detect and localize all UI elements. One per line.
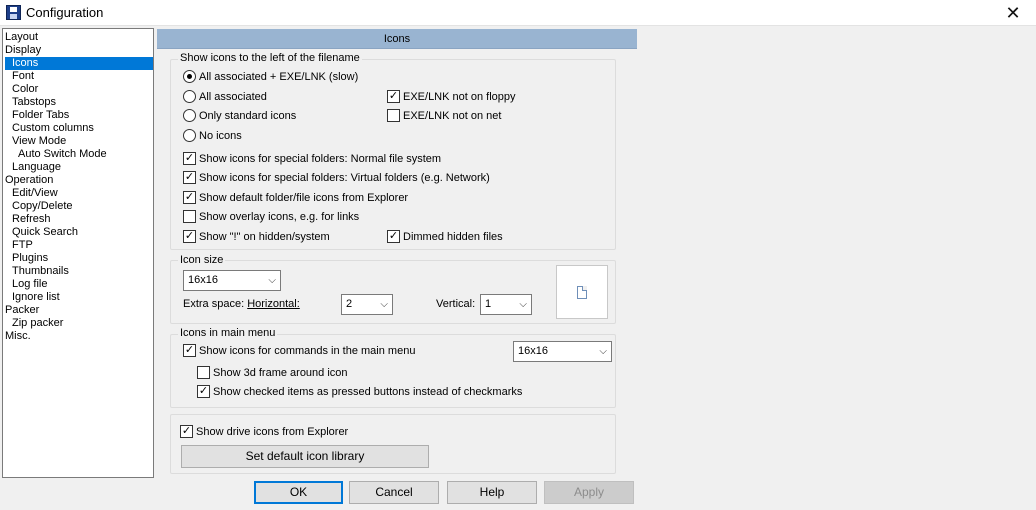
tree-item[interactable]: Operation [5,174,53,187]
checkmark-icon: ✓ [197,384,210,398]
tree-item[interactable]: Font [12,70,34,83]
checked-items-pressed-checkbox[interactable]: ✓ Show checked items as pressed buttons i… [197,384,522,400]
icon-size-group-label: Icon size [178,254,226,266]
checkmark-icon: ✓ [183,343,196,357]
tree-item[interactable]: Icons [5,57,153,70]
checkmark-icon: ✓ [183,229,196,243]
chevron-down-icon: ⌵ [519,299,527,310]
checkmark-icon: ✓ [183,190,196,204]
chevron-down-icon: ⌵ [599,346,607,357]
radio-selected-indicator [183,69,196,83]
settings-tree[interactable]: Layout Display Icons Font Color Tabstops Folde… [2,28,154,478]
tree-item[interactable]: Thumbnails [12,265,69,278]
checkmark-icon: ✓ [387,89,400,103]
menu-icon-size-select[interactable]: 16x16 ⌵ [513,341,612,362]
tree-item[interactable]: Misc. [5,330,31,343]
icon-size-select[interactable]: 16x16 ⌵ [183,270,281,291]
tree-item[interactable]: Language [12,161,61,174]
radio-indicator [183,108,196,122]
radio-indicator [183,89,196,103]
radio-all-associated[interactable]: All associated [183,89,267,105]
page-title: Icons [157,29,637,49]
tree-item[interactable]: Edit/View [12,187,58,200]
tree-item[interactable]: Tabstops [12,96,56,109]
close-button[interactable]: ✕ [990,0,1036,26]
checkbox-box [197,365,210,379]
tree-item[interactable]: Packer [5,304,39,317]
exe-not-on-floppy-checkbox[interactable]: ✓ EXE/LNK not on floppy [387,89,516,105]
overlay-icons-checkbox[interactable]: Show overlay icons, e.g. for links [183,209,359,225]
hidden-system-marker-checkbox[interactable]: ✓ Show "!" on hidden/system [183,229,330,245]
drive-icons-checkbox[interactable]: ✓ Show drive icons from Explorer [180,424,348,440]
chevron-down-icon: ⌵ [380,299,388,310]
tree-item[interactable]: Zip packer [12,317,63,330]
checkmark-icon: ✓ [180,424,193,438]
tree-item[interactable]: View Mode [12,135,66,148]
checkmark-icon: ✓ [183,151,196,165]
horizontal-space-select[interactable]: 2 ⌵ [341,294,393,315]
tree-item[interactable]: Quick Search [12,226,78,239]
show-icons-group-label: Show icons to the left of the filename [178,52,362,64]
dimmed-hidden-files-checkbox[interactable]: ✓ Dimmed hidden files [387,229,503,245]
tree-item[interactable]: Plugins [12,252,48,265]
checkbox-box [183,209,196,223]
main-menu-icons-group-label: Icons in main menu [178,327,278,339]
set-default-icon-library-button[interactable]: Set default icon library [181,445,429,468]
tree-item[interactable]: Refresh [12,213,51,226]
chevron-down-icon: ⌵ [268,275,276,286]
radio-all-associated-exe[interactable]: All associated + EXE/LNK (slow) [183,69,358,85]
icon-preview [556,265,608,319]
cancel-button[interactable]: Cancel [349,481,439,504]
vertical-space-label: Vertical: [436,298,476,310]
floppy-disk-icon [6,5,21,20]
tree-item[interactable]: Folder Tabs [12,109,69,122]
show-commands-icons-checkbox[interactable]: ✓ Show icons for commands in the main men… [183,343,415,359]
checkmark-icon: ✓ [183,170,196,184]
extra-space-label: Extra space: Horizontal: [183,298,300,310]
frame-3d-checkbox[interactable]: Show 3d frame around icon [197,365,348,381]
tree-item[interactable]: FTP [12,239,33,252]
tree-item[interactable]: Custom columns [12,122,94,135]
window-title: Configuration [26,5,104,20]
tree-item[interactable]: Log file [12,278,47,291]
apply-button[interactable]: Apply [544,481,634,504]
special-folders-virtual-checkbox[interactable]: ✓ Show icons for special folders: Virtual… [183,170,490,186]
tree-item[interactable]: Auto Switch Mode [18,148,107,161]
title-bar: Configuration ✕ [0,0,1036,26]
vertical-space-select[interactable]: 1 ⌵ [480,294,532,315]
ok-button[interactable]: OK [254,481,343,504]
checkmark-icon: ✓ [387,229,400,243]
tree-item[interactable]: Ignore list [12,291,60,304]
default-explorer-icons-checkbox[interactable]: ✓ Show default folder/file icons from Exp… [183,190,408,206]
special-folders-normal-checkbox[interactable]: ✓ Show icons for special folders: Normal … [183,151,441,167]
radio-indicator [183,128,196,142]
tree-item[interactable]: Color [12,83,38,96]
help-button[interactable]: Help [447,481,537,504]
exe-not-on-net-checkbox[interactable]: EXE/LNK not on net [387,108,501,124]
radio-only-standard-icons[interactable]: Only standard icons [183,108,296,124]
tree-item[interactable]: Copy/Delete [12,200,73,213]
checkbox-box [387,108,400,122]
document-icon [577,286,587,299]
radio-no-icons[interactable]: No icons [183,128,242,144]
tree-item[interactable]: Layout [5,31,38,44]
tree-item[interactable]: Display [5,44,41,57]
